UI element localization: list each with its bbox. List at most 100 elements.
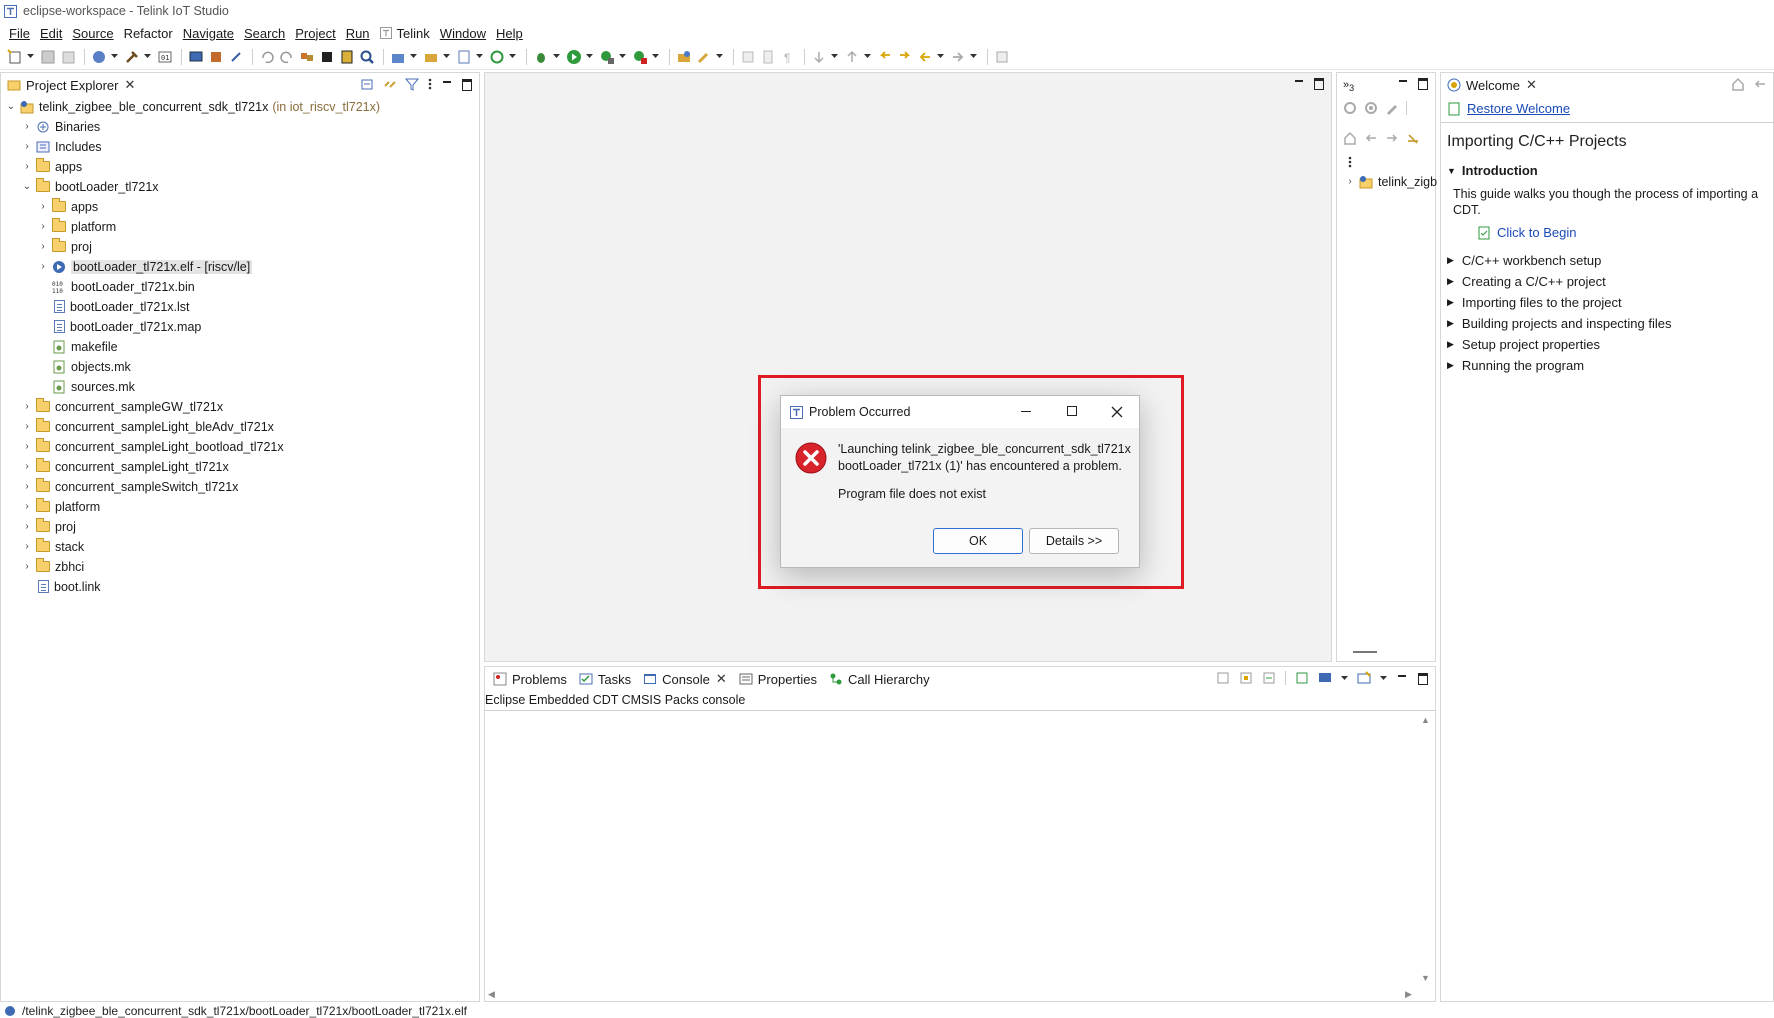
tree-item-sources-mk[interactable]: sources.mk [52,378,135,395]
tab-call-hierarchy[interactable]: Call Hierarchy [823,667,936,691]
section-creating-project[interactable]: ▶ Creating a C/C++ project [1447,274,1606,289]
introduction-section[interactable]: ▼ Introduction [1447,163,1538,178]
save-all-icon[interactable] [59,48,77,66]
collapsed-chevron-icon[interactable]: › [1345,176,1355,187]
collapsed-chevron-icon[interactable]: › [38,241,48,252]
tree-item-sample-switch[interactable]: › concurrent_sampleSwitch_tl721x [22,478,238,495]
debug-dropdown-icon[interactable] [552,48,560,66]
menu-navigate[interactable]: Navigate [178,26,239,41]
outline-view-menu-icon[interactable] [1347,155,1353,169]
tree-item-platform[interactable]: › platform [22,498,100,515]
close-icon[interactable]: ✕ [124,77,135,93]
home-icon[interactable] [1731,77,1745,91]
collapsed-chevron-icon[interactable]: › [22,161,32,172]
run-dropdown-icon[interactable] [585,48,593,66]
save-icon[interactable] [39,48,57,66]
tab-properties[interactable]: Properties [733,667,823,691]
section-building-projects[interactable]: ▶ Building projects and inspecting files [1447,316,1672,331]
forward-edit-icon[interactable] [896,48,914,66]
build-config-dropdown-icon[interactable] [110,48,118,66]
brush-icon[interactable] [695,48,713,66]
gear-icon[interactable] [1343,101,1357,115]
tab-console[interactable]: Console ✕ [637,667,733,691]
external-tools-icon[interactable] [598,48,616,66]
dialog-maximize-icon[interactable] [1067,406,1077,416]
tree-item-bootloader[interactable]: ⌄ bootLoader_tl721x [22,178,159,195]
external-tools-dropdown-icon[interactable] [618,48,626,66]
collapsed-chevron-icon[interactable]: › [22,461,32,472]
tree-item-sample-gw[interactable]: › concurrent_sampleGW_tl721x [22,398,223,415]
tree-item-bootloader-elf[interactable]: › bootLoader_tl721x.elf - [riscv/le] [38,258,253,275]
new-project-icon[interactable] [389,48,407,66]
close-icon[interactable]: ✕ [716,671,727,687]
scroll-right-icon[interactable]: ▶ [1405,989,1412,1000]
tab-overflow[interactable]: » 3 [1337,73,1360,97]
pin-editor-icon[interactable] [993,48,1011,66]
minimize-icon[interactable] [1397,77,1409,89]
search-icon[interactable] [358,48,376,66]
tree-item-bootloader-apps[interactable]: › apps [38,198,98,215]
word-wrap-icon[interactable] [1262,671,1276,685]
run-icon[interactable] [565,48,583,66]
undo-icon[interactable] [258,48,276,66]
tree-item-stack[interactable]: › stack [22,538,84,555]
expanded-chevron-icon[interactable]: ⌄ [22,181,32,192]
tree-item-sample-light-bleadv[interactable]: › concurrent_sampleLight_bleAdv_tl721x [22,418,274,435]
open-folder-icon[interactable] [422,48,440,66]
click-to-begin-link[interactable]: Click to Begin [1497,225,1576,240]
collapsed-chevron-icon[interactable]: › [38,261,48,272]
ok-button[interactable]: OK [933,528,1023,554]
section-running-program[interactable]: ▶ Running the program [1447,358,1584,373]
minimize-icon[interactable] [1396,672,1408,684]
toggle-mark-icon[interactable] [739,48,757,66]
menu-file[interactable]: File [4,26,35,41]
close-icon[interactable]: ✕ [1526,77,1537,93]
tree-item-bootloader-map[interactable]: bootLoader_tl721x.map [52,318,201,335]
maximize-icon[interactable] [1313,77,1325,90]
forward-arrow-icon[interactable] [1385,131,1399,145]
tab-project-explorer[interactable]: Project Explorer ✕ [1,73,142,97]
collapsed-chevron-icon[interactable]: › [22,401,32,412]
collapsed-chevron-icon[interactable]: › [22,441,32,452]
collapsed-chevron-icon[interactable]: › [22,141,32,152]
minimize-icon[interactable] [441,78,453,90]
menu-project[interactable]: Project [290,26,340,41]
tree-item-includes[interactable]: › Includes [22,138,101,155]
new-file-dropdown-icon[interactable] [475,48,483,66]
prev-annotation-dropdown-icon[interactable] [863,48,871,66]
target-icon[interactable] [1364,101,1378,115]
menu-help[interactable]: Help [491,26,528,41]
menu-source[interactable]: Source [67,26,118,41]
tree-item-bootloader-proj[interactable]: › proj [38,238,92,255]
collapsed-chevron-icon[interactable]: › [22,521,32,532]
menu-run[interactable]: Run [341,26,375,41]
maximize-icon[interactable] [1417,672,1429,685]
minimize-icon[interactable] [1293,77,1305,89]
tree-item-bootloader-platform[interactable]: › platform [38,218,116,235]
tab-tasks[interactable]: Tasks [573,667,637,691]
last-edit-icon[interactable] [876,48,894,66]
build-hammer-icon[interactable] [123,48,141,66]
redo-icon[interactable] [278,48,296,66]
forward-icon[interactable] [949,48,967,66]
view-menu-icon[interactable] [427,77,433,91]
outline-tree-item[interactable]: › telink_zigb [1345,173,1437,190]
open-type-icon[interactable] [675,48,693,66]
details-button[interactable]: Details >> [1029,528,1119,554]
open-console-icon[interactable] [1357,671,1371,685]
refresh-dropdown-icon[interactable] [508,48,516,66]
refresh-icon[interactable] [488,48,506,66]
pin-icon[interactable] [227,48,245,66]
tree-item-bootloader-bin[interactable]: 010 110 bootLoader_tl721x.bin [52,278,195,295]
scroll-left-icon[interactable]: ◀ [488,989,495,1000]
tab-problems[interactable]: Problems [487,667,573,691]
collapsed-chevron-icon[interactable]: › [22,501,32,512]
home-icon[interactable] [1343,131,1357,145]
new-project-dropdown-icon[interactable] [409,48,417,66]
section-workbench-setup[interactable]: ▶ C/C++ workbench setup [1447,253,1601,268]
chip-icon[interactable] [318,48,336,66]
binary-icon[interactable]: 01 [156,48,174,66]
console-output-area[interactable] [485,711,1419,985]
block-select-icon[interactable] [759,48,777,66]
dialog-close-icon[interactable] [1111,406,1123,418]
